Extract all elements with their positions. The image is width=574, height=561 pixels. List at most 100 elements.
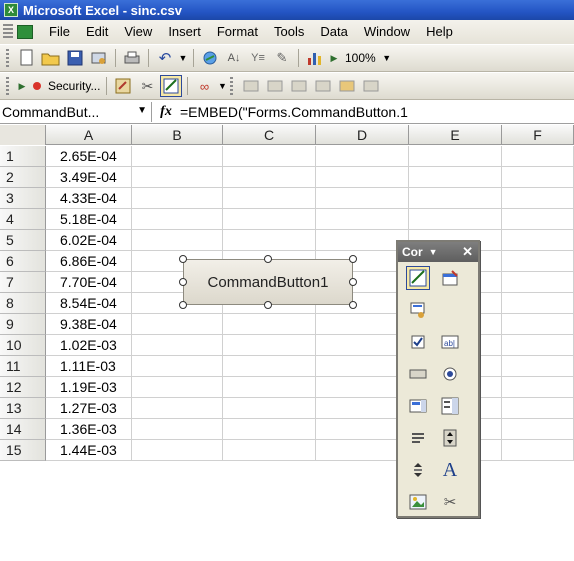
resize-handle-top[interactable]	[264, 255, 272, 263]
row-header[interactable]: 8	[0, 293, 46, 314]
open-folder-icon[interactable]	[40, 47, 62, 69]
chart-wizard-icon[interactable]	[304, 47, 326, 69]
cell-b[interactable]	[132, 419, 223, 440]
cell-a[interactable]: 5.18E-04	[46, 209, 132, 230]
cell-f[interactable]	[502, 356, 574, 377]
menu-window[interactable]: Window	[356, 20, 418, 44]
resize-handle-top-left[interactable]	[179, 255, 187, 263]
cell-b[interactable]	[132, 335, 223, 356]
toolbar-grip-icon[interactable]	[6, 77, 9, 95]
hyperlink-icon[interactable]	[199, 47, 221, 69]
worksheet-grid[interactable]: A B C D E F 1 2.65E-04 2 3.49E-04 3 4.33E-04 4…	[0, 125, 574, 561]
cell-c[interactable]	[223, 440, 316, 461]
cell-f[interactable]	[502, 272, 574, 293]
toggle-button-control-icon[interactable]	[406, 426, 430, 450]
cell-b[interactable]	[132, 188, 223, 209]
reviewing-icon-3[interactable]	[288, 75, 310, 97]
textbox-control-icon[interactable]: ab|	[438, 330, 462, 354]
control-toolbox-titlebar[interactable]: Cor ▼ ✕	[398, 242, 478, 262]
cell-d[interactable]	[316, 209, 409, 230]
cell-a[interactable]: 1.19E-03	[46, 377, 132, 398]
cell-a[interactable]: 1.02E-03	[46, 335, 132, 356]
resize-handle-bottom[interactable]	[264, 301, 272, 309]
document-icon[interactable]	[17, 25, 33, 39]
cell-c[interactable]	[223, 398, 316, 419]
combo-box-control-icon[interactable]	[438, 394, 462, 418]
cell-f[interactable]	[502, 251, 574, 272]
option-button-control-icon[interactable]	[438, 362, 462, 386]
cell-c[interactable]	[223, 335, 316, 356]
cell-f[interactable]	[502, 419, 574, 440]
cell-a[interactable]: 4.33E-04	[46, 188, 132, 209]
column-header-d[interactable]: D	[316, 125, 409, 145]
toolbar-grip-icon[interactable]	[230, 77, 234, 95]
scroll-bar-control-icon[interactable]	[406, 458, 430, 482]
menu-tools[interactable]: Tools	[266, 20, 312, 44]
cell-a[interactable]: 8.54E-04	[46, 293, 132, 314]
save-icon[interactable]	[64, 47, 86, 69]
column-header-f[interactable]: F	[502, 125, 574, 145]
permission-icon[interactable]	[88, 47, 110, 69]
resize-handle-left[interactable]	[179, 278, 187, 286]
row-header[interactable]: 6	[0, 251, 46, 272]
sort-ascending-icon[interactable]: A↓	[223, 47, 245, 69]
reviewing-icon-2[interactable]	[264, 75, 286, 97]
cell-c[interactable]	[223, 314, 316, 335]
menu-data[interactable]: Data	[312, 20, 355, 44]
visual-basic-editor-icon[interactable]	[112, 75, 134, 97]
cell-d[interactable]	[316, 146, 409, 167]
cell-f[interactable]	[502, 440, 574, 461]
security-icon[interactable]	[30, 75, 44, 97]
reviewing-icon-4[interactable]	[312, 75, 334, 97]
row-header[interactable]: 11	[0, 356, 46, 377]
security-button[interactable]: Security...	[48, 79, 100, 93]
cell-b[interactable]	[132, 440, 223, 461]
script-editor-icon[interactable]: ∞	[193, 75, 215, 97]
undo-icon[interactable]: ↶	[154, 47, 176, 69]
cell-e[interactable]	[409, 146, 502, 167]
row-header[interactable]: 13	[0, 398, 46, 419]
label-control-icon[interactable]: A	[438, 458, 462, 482]
cell-b[interactable]	[132, 167, 223, 188]
cell-f[interactable]	[502, 398, 574, 419]
row-header[interactable]: 14	[0, 419, 46, 440]
reviewing-icon-1[interactable]	[240, 75, 262, 97]
design-mode-toggle-icon[interactable]	[406, 266, 430, 290]
row-header[interactable]: 10	[0, 335, 46, 356]
row-header[interactable]: 9	[0, 314, 46, 335]
cell-a[interactable]: 7.70E-04	[46, 272, 132, 293]
insert-function-icon[interactable]: fx	[152, 104, 180, 120]
cell-e[interactable]	[409, 209, 502, 230]
menu-view[interactable]: View	[116, 20, 160, 44]
name-box[interactable]: CommandBut... ▼	[0, 101, 152, 122]
menu-format[interactable]: Format	[209, 20, 266, 44]
cell-f[interactable]	[502, 314, 574, 335]
column-header-e[interactable]: E	[409, 125, 502, 145]
row-header[interactable]: 1	[0, 146, 46, 167]
row-header[interactable]: 12	[0, 377, 46, 398]
cell-a[interactable]: 1.27E-03	[46, 398, 132, 419]
command-button[interactable]: CommandButton1	[183, 259, 353, 305]
cell-a[interactable]: 1.36E-03	[46, 419, 132, 440]
resize-handle-right[interactable]	[349, 278, 357, 286]
cell-f[interactable]	[502, 335, 574, 356]
list-box-control-icon[interactable]	[406, 394, 430, 418]
cell-f[interactable]	[502, 146, 574, 167]
menu-edit[interactable]: Edit	[78, 20, 116, 44]
undo-dropdown-icon[interactable]: ▼	[178, 47, 188, 69]
checkbox-control-icon[interactable]	[406, 330, 430, 354]
row-header[interactable]: 7	[0, 272, 46, 293]
toolbar-expand-icon[interactable]: ▶	[328, 47, 340, 69]
menu-insert[interactable]: Insert	[160, 20, 209, 44]
zoom-dropdown-icon[interactable]: ▼	[381, 47, 393, 69]
menu-help[interactable]: Help	[418, 20, 461, 44]
cell-c[interactable]	[223, 146, 316, 167]
cell-b[interactable]	[132, 356, 223, 377]
toolbox-menu-dropdown-icon[interactable]: ▼	[429, 247, 438, 257]
resize-handle-bottom-right[interactable]	[349, 301, 357, 309]
design-mode-icon[interactable]	[160, 75, 183, 97]
cell-b[interactable]	[132, 314, 223, 335]
resize-handle-top-right[interactable]	[349, 255, 357, 263]
cell-b[interactable]	[132, 398, 223, 419]
resize-handle-bottom-left[interactable]	[179, 301, 187, 309]
